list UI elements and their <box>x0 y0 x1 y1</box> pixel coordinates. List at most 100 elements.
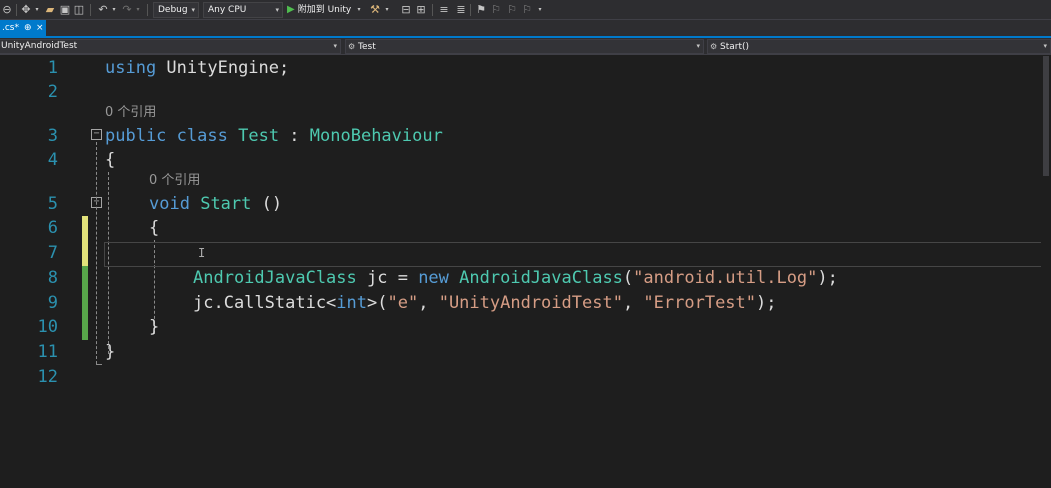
tab-label: .cs* <box>2 23 19 33</box>
vertical-scrollbar[interactable] <box>1041 56 1051 488</box>
dropdown-arrow-icon[interactable]: ▾ <box>110 3 118 17</box>
main-toolbar: ⊖ ✥ ▾ ▰ ▣ ◫ ↶ ▾ ↷ ▾ Debug ▾ Any CPU ▾ ▶ 附… <box>0 0 1051 20</box>
fold-guide-end <box>96 364 102 365</box>
open-folder-icon[interactable]: ▰ <box>44 3 56 17</box>
code-line-3: public class Test : MonoBehaviour <box>105 124 443 148</box>
code-line-4: { <box>105 150 116 170</box>
class-icon: ⚙ <box>348 42 356 51</box>
method-name: Start <box>200 194 252 214</box>
save-all-icon[interactable]: ◫ <box>73 3 85 17</box>
chevron-down-icon: ▾ <box>275 6 279 14</box>
tab-test-cs[interactable]: .cs* ⊕ × <box>0 20 46 36</box>
keyword: public <box>105 126 167 146</box>
chevron-down-icon: ▾ <box>191 6 195 14</box>
current-line-highlight <box>104 242 1049 267</box>
chevron-down-icon: ▾ <box>696 42 700 50</box>
pin-icon[interactable]: ⊕ <box>24 20 32 36</box>
type-name: AndroidJavaClass <box>193 268 357 288</box>
line-number: 5 <box>47 194 58 214</box>
code-line-9: jc.CallStatic<int>("e", "UnityAndroidTes… <box>193 291 777 315</box>
method-icon: ⚙ <box>710 42 718 51</box>
configuration-value: Debug <box>158 5 188 15</box>
toolbar-separator <box>90 4 91 16</box>
code-line-11: } <box>105 342 116 362</box>
play-icon: ▶ <box>287 4 295 15</box>
code-line-8: AndroidJavaClass jc = new AndroidJavaCla… <box>193 266 838 290</box>
collapse-class-icon[interactable]: − <box>91 129 102 140</box>
code-editor[interactable]: 1 2 3 4 5 6 7 8 9 10 11 12 − − I using U… <box>0 56 1051 488</box>
line-number: 11 <box>37 342 58 362</box>
attach-unity-label: 附加到 Unity <box>297 5 352 15</box>
toolbar-overflow-icon[interactable]: ▾ <box>536 3 544 17</box>
line-number: 4 <box>47 150 58 170</box>
class-select[interactable]: ⚙ Test ▾ <box>345 39 704 54</box>
line-number: 12 <box>37 367 58 387</box>
member-select[interactable]: ⚙ Start() ▾ <box>707 39 1051 54</box>
type-name: AndroidJavaClass <box>459 268 623 288</box>
toolbar-separator <box>147 4 148 16</box>
line-number: 10 <box>37 317 58 337</box>
dropdown-arrow-icon[interactable]: ▾ <box>33 3 41 17</box>
format-document-icon[interactable]: ⊟ <box>400 3 412 17</box>
member-value: Start() <box>720 42 750 52</box>
codelens-references[interactable]: 0 个引用 <box>149 172 200 190</box>
codelens-references[interactable]: 0 个引用 <box>105 104 156 122</box>
toolbar-separator <box>16 4 17 16</box>
chevron-down-icon: ▾ <box>333 42 337 50</box>
redo-icon[interactable]: ↷ <box>121 3 133 17</box>
comment-icon[interactable]: ≡ <box>438 3 450 17</box>
code-text: ); <box>817 268 838 288</box>
code-text: ( <box>622 268 634 288</box>
keyword: new <box>418 268 449 288</box>
class-value: Test <box>358 42 376 52</box>
bookmark-icon[interactable]: ⚑ <box>475 3 487 17</box>
code-text: , <box>418 293 439 313</box>
string-literal: "android.util.Log" <box>633 268 818 288</box>
string-literal: "e" <box>387 293 419 313</box>
line-number: 8 <box>47 268 58 288</box>
base-type-name: MonoBehaviour <box>309 126 443 146</box>
project-select[interactable]: UnityAndroidTest ▾ <box>0 39 341 54</box>
dropdown-arrow-icon[interactable]: ▾ <box>355 3 363 17</box>
code-line-5: void Start () <box>149 192 282 216</box>
attach-unity-button[interactable]: ▶ 附加到 Unity <box>287 2 351 18</box>
undo-icon[interactable]: ↶ <box>97 3 109 17</box>
text-cursor: I <box>198 246 206 260</box>
new-project-icon[interactable]: ✥ <box>20 3 32 17</box>
platform-value: Any CPU <box>208 5 247 15</box>
debug-tools-icon[interactable]: ⚒ <box>368 3 382 17</box>
toolbar-separator <box>470 4 471 16</box>
scrollbar-thumb[interactable] <box>1043 56 1049 176</box>
namespace-text: UnityEngine; <box>156 58 290 78</box>
code-text: , <box>622 293 644 313</box>
close-icon[interactable]: × <box>36 20 44 36</box>
string-literal: "UnityAndroidTest" <box>438 293 623 313</box>
back-icon[interactable]: ⊖ <box>2 3 12 17</box>
toolbar-separator <box>432 4 433 16</box>
outline-icon[interactable]: ⊞ <box>415 3 427 17</box>
line-number: 2 <box>47 82 58 102</box>
keyword: class <box>176 126 228 146</box>
clear-bookmarks-icon[interactable]: ⚐ <box>521 3 533 17</box>
save-icon[interactable]: ▣ <box>59 3 71 17</box>
document-tabs: .cs* ⊕ × <box>0 20 1051 38</box>
prev-bookmark-icon[interactable]: ⚐ <box>490 3 502 17</box>
code-line-10: } <box>149 317 160 337</box>
line-number: 1 <box>47 58 58 78</box>
uncomment-icon[interactable]: ≣ <box>455 3 467 17</box>
chevron-down-icon: ▾ <box>1043 42 1047 50</box>
code-text: >( <box>367 293 388 313</box>
line-number: 7 <box>47 243 58 263</box>
dropdown-arrow-icon[interactable]: ▾ <box>383 3 391 17</box>
next-bookmark-icon[interactable]: ⚐ <box>506 3 518 17</box>
code-text: jc = <box>356 268 419 288</box>
line-number: 6 <box>47 218 58 238</box>
type-name: Test <box>238 126 280 146</box>
keyword: void <box>149 194 190 214</box>
colon-text: : <box>279 126 310 146</box>
dropdown-arrow-icon[interactable]: ▾ <box>134 3 142 17</box>
configuration-select[interactable]: Debug ▾ <box>153 2 199 18</box>
line-number: 3 <box>47 126 58 146</box>
string-literal: "ErrorTest" <box>643 293 757 313</box>
platform-select[interactable]: Any CPU ▾ <box>203 2 283 18</box>
